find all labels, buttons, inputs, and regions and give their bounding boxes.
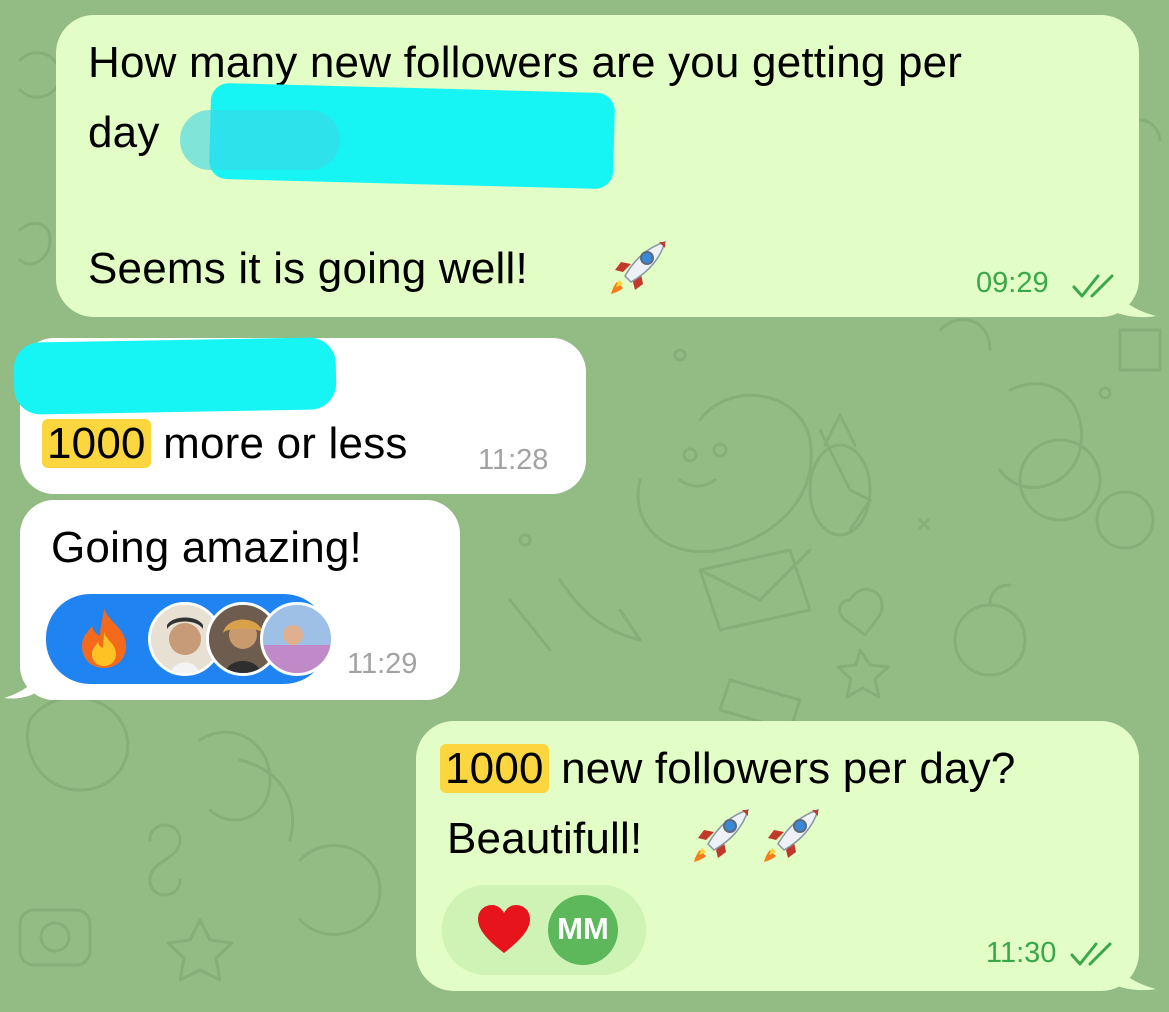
fire-emoji xyxy=(82,608,126,668)
message-time: 09:29 xyxy=(976,267,1049,299)
message-text-line: Beautifull! xyxy=(447,814,643,863)
bubble-tail xyxy=(1110,961,1156,991)
reaction-chip-fire[interactable] xyxy=(46,594,334,684)
message-text-line: Seems it is going well! xyxy=(88,243,528,295)
message-time: 11:28 xyxy=(478,444,549,476)
message-text-fragment: new followers per day? xyxy=(561,744,1016,793)
message-bubble-incoming[interactable]: Going amazing! 11:29 xyxy=(20,500,460,700)
rocket-emoji xyxy=(764,808,820,862)
reaction-chip-heart[interactable]: MM xyxy=(442,885,646,975)
message-time: 11:29 xyxy=(347,648,418,680)
message-text-line: How many new followers are you getting p… xyxy=(88,38,963,87)
rocket-emoji xyxy=(611,240,667,294)
highlighted-number: 1000 xyxy=(440,744,549,793)
message-text-fragment: more or less xyxy=(163,419,408,468)
bubble-tail xyxy=(1110,288,1156,318)
message-text-fragment: Seems it is going well! xyxy=(88,244,528,293)
user-avatar xyxy=(260,602,334,676)
message-text-line: 1000 new followers per day? xyxy=(440,743,1016,795)
redacted-sender-name xyxy=(13,337,337,415)
highlighted-number: 1000 xyxy=(42,419,151,468)
message-text-fragment: day xyxy=(88,108,160,157)
message-text-line: 1000 more or less xyxy=(42,418,408,470)
user-avatar-initials: MM xyxy=(548,895,618,965)
bubble-tail xyxy=(4,668,42,699)
rocket-emoji xyxy=(694,808,750,862)
message-text-line: Going amazing! xyxy=(51,523,362,572)
redacted-username xyxy=(180,110,340,170)
message-time: 11:30 xyxy=(986,937,1057,969)
heart-emoji xyxy=(478,905,530,953)
